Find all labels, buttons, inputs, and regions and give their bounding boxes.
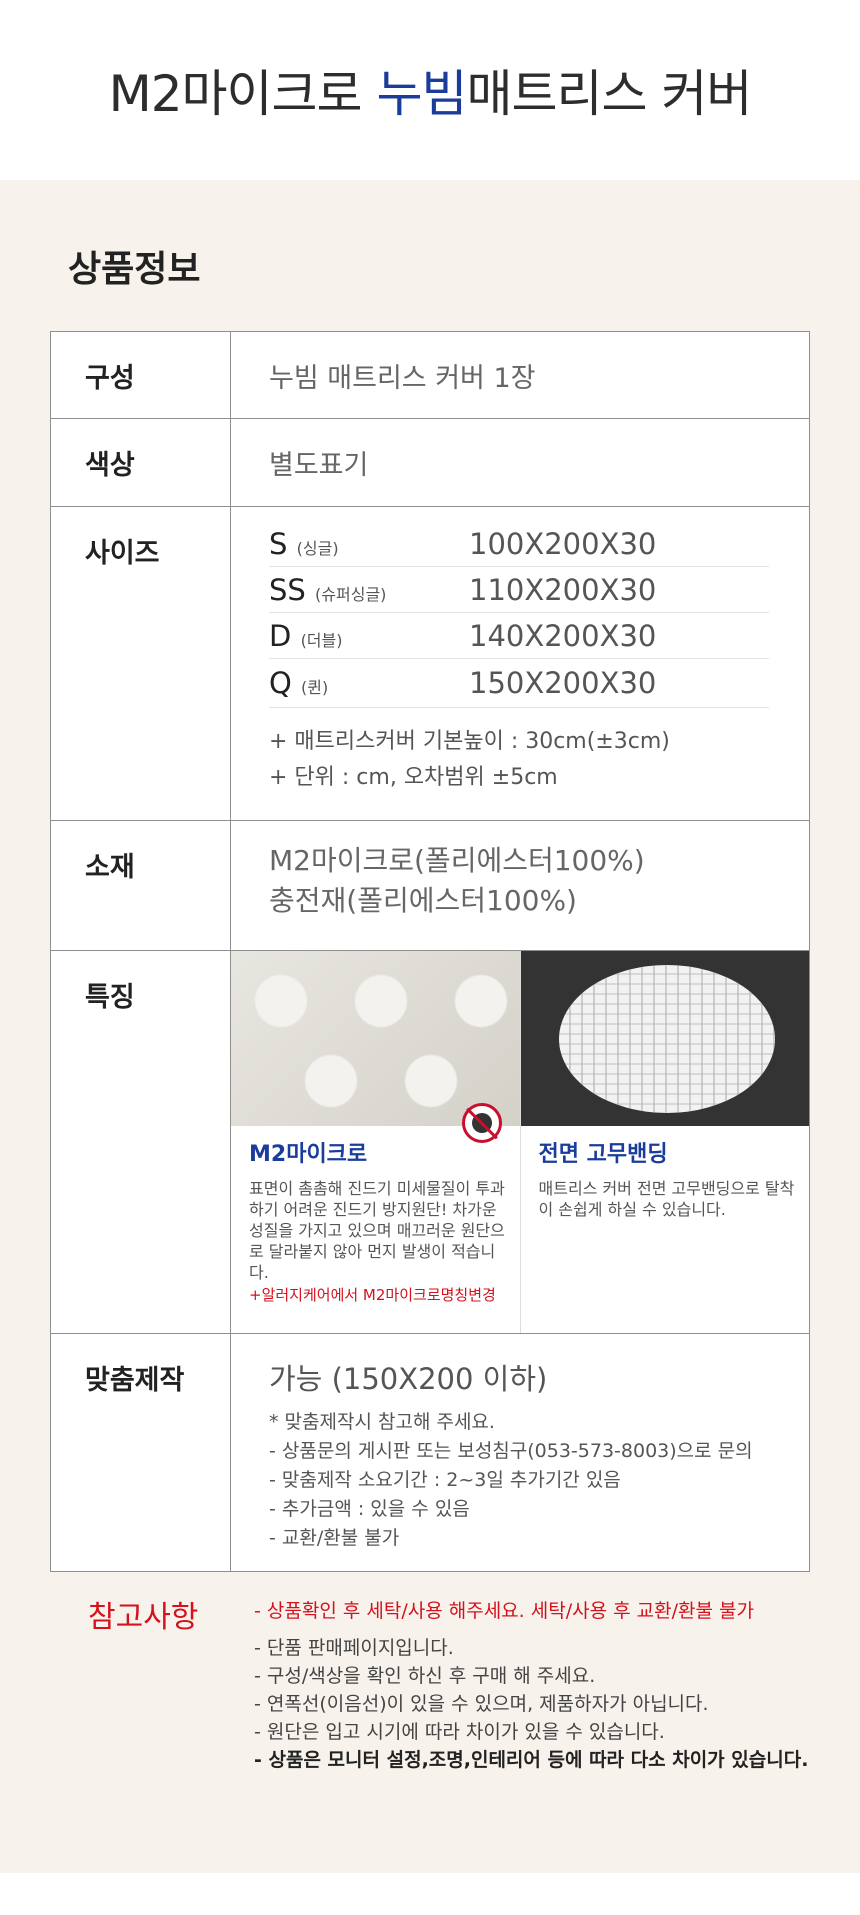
reference-item: - 단품 판매페이지입니다. [254,1637,454,1659]
feature-desc-text: 표면이 촘촘해 진드기 미세물질이 투과하기 어려운 진드기 방지원단! 차가운… [249,1179,505,1282]
custom-cell: 가능 (150X200 이하) * 맞춤제작시 참고해 주세요. - 상품문의 … [230,1333,810,1572]
page-header: M2마이크로 누빔매트리스 커버 [0,0,860,180]
size-code: SS [269,572,306,607]
size-name: (퀸) [301,678,329,697]
feature-title: 전면 고무밴딩 [538,1142,668,1167]
row-color: 색상 별도표기 [50,418,810,507]
size-note: + 매트리스커버 기본높이 : 30cm(±3cm) [269,729,670,754]
title-part: 매트리스 커버 [466,65,752,123]
row-custom: 맞춤제작 가능 (150X200 이하) * 맞춤제작시 참고해 주세요. - … [50,1333,810,1572]
custom-notes: * 맞춤제작시 참고해 주세요. - 상품문의 게시판 또는 보성침구(053-… [269,1408,809,1553]
title-highlight: 누빔 [376,65,467,123]
title-part: M2마이크로 [108,65,377,123]
page-footer [0,1873,860,1915]
size-row: Q (퀸) 150X200X30 [269,659,769,708]
size-list: S (싱글) 100X200X30 SS (슈퍼싱글) 110X200X30 D (… [230,506,810,821]
feature-wrap: M2마이크로 표면이 촘촘해 진드기 미세물질이 투과하기 어려운 진드기 방지… [231,951,809,1333]
reference-item: - 연폭선(이음선)이 있을 수 있으며, 제품하자가 아닙니다. [254,1693,709,1715]
custom-note: * 맞춤제작시 참고해 주세요. [269,1411,495,1433]
size-dim: 110X200X30 [469,572,657,607]
reference-warning: - 상품확인 후 세탁/사용 해주세요. 세탁/사용 후 교환/환불 불가 [254,1600,754,1622]
reference-label: 참고사항 [88,1600,199,1635]
feature-banding: 전면 고무밴딩 매트리스 커버 전면 고무밴딩으로 탈착이 손쉽게 하실 수 있… [519,951,809,1333]
row-composition: 구성 누빔 매트리스 커버 1장 [50,331,810,419]
size-note: + 단위 : cm, 오차범위 ±5cm [269,765,558,790]
row-feature: 특징 M2마이크로 표면이 촘촘해 진드기 미세물질이 투과하기 어려운 진드기… [50,950,810,1334]
feature-desc: 표면이 촘촘해 진드기 미세물질이 투과하기 어려운 진드기 방지원단! 차가운… [249,1178,509,1306]
quilt-fabric-image [231,951,520,1126]
reference-list: - 단품 판매페이지입니다. - 구성/색상을 확인 하신 후 구매 해 주세요… [254,1634,808,1774]
size-row: S (싱글) 100X200X30 [269,521,769,567]
feature-desc: 매트리스 커버 전면 고무밴딩으로 탈착이 손쉽게 하실 수 있습니다. [538,1179,795,1219]
size-code: D [269,618,292,653]
product-info-table: 구성 누빔 매트리스 커버 1장 색상 별도표기 사이즈 S (싱글) 100X2… [50,331,810,1572]
size-row: D (더블) 140X200X30 [269,613,769,659]
row-label: 소재 [50,820,231,951]
section-title: 상품정보 [68,249,201,290]
size-name: (더블) [300,630,343,650]
row-label: 구성 [50,331,231,419]
reference-item: - 구성/색상을 확인 하신 후 구매 해 주세요. [254,1665,596,1687]
row-label: 특징 [50,950,231,1334]
feature-note-red: +알러지케어에서 M2마이크로명칭변경 [249,1286,496,1304]
row-label: 색상 [50,418,231,507]
row-value: 누빔 매트리스 커버 1장 [230,331,810,419]
row-label: 사이즈 [50,506,231,821]
size-code: Q [269,666,292,700]
row-value: 별도표기 [230,418,810,507]
size-row: SS (슈퍼싱글) 110X200X30 [269,567,769,613]
reference-item-bold: - 상품은 모니터 설정,조명,인테리어 등에 따라 다소 차이가 있습니다. [254,1749,809,1771]
custom-note: - 맞춤제작 소요기간 : 2~3일 추가기간 있음 [269,1469,621,1491]
feature-cell: M2마이크로 표면이 촘촘해 진드기 미세물질이 투과하기 어려운 진드기 방지… [230,950,810,1334]
no-mite-icon [461,1103,502,1143]
row-label: 맞춤제작 [50,1333,231,1572]
custom-note: - 상품문의 게시판 또는 보성침구(053-573-8003)으로 문의 [269,1440,753,1462]
row-size: 사이즈 S (싱글) 100X200X30 SS (슈퍼싱글) 110X200X30… [50,506,810,821]
size-dim: 140X200X30 [469,618,657,653]
size-dim: 150X200X30 [469,666,657,700]
reference-item: - 원단은 입고 시기에 따라 차이가 있을 수 있습니다. [254,1721,665,1743]
page-title: M2마이크로 누빔매트리스 커버 [108,54,753,126]
custom-note: - 추가금액 : 있을 수 있음 [269,1498,470,1520]
mattress-banding-image [520,951,809,1126]
size-name: (슈퍼싱글) [315,584,387,604]
row-material: 소재 M2마이크로(폴리에스터100%) 충전재(폴리에스터100%) [50,820,810,951]
size-code: S [269,526,288,561]
material-line: M2마이크로(폴리에스터100%) [269,844,645,877]
size-name: (싱글) [296,538,339,558]
size-dim: 100X200X30 [469,526,657,561]
custom-note: - 교환/환불 불가 [269,1527,400,1549]
custom-main: 가능 (150X200 이하) [269,1362,548,1396]
row-value: M2마이크로(폴리에스터100%) 충전재(폴리에스터100%) [230,820,810,951]
product-info-panel: 상품정보 구성 누빔 매트리스 커버 1장 색상 별도표기 사이즈 S (싱글)… [0,180,860,1873]
material-line: 충전재(폴리에스터100%) [269,884,577,917]
feature-m2micro: M2마이크로 표면이 촘촘해 진드기 미세물질이 투과하기 어려운 진드기 방지… [231,951,520,1333]
